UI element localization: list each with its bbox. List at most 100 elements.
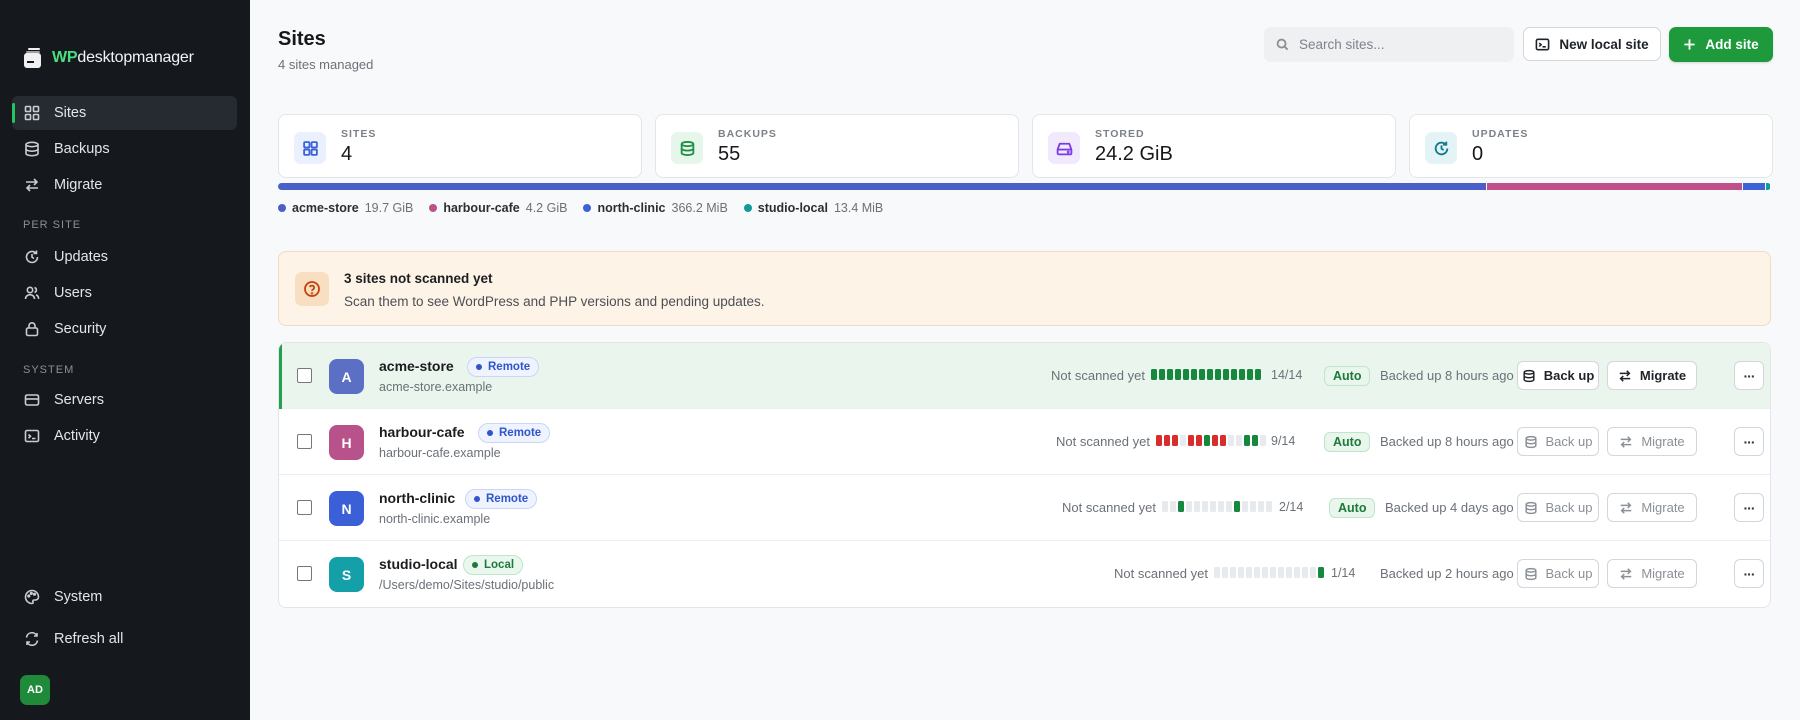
scan-status: Not scanned yet <box>1114 566 1208 581</box>
update-cell <box>1239 369 1245 380</box>
update-cell <box>1223 369 1229 380</box>
add-site-label: Add site <box>1705 37 1759 52</box>
more-options-button[interactable]: ··· <box>1734 493 1764 522</box>
storage-segment-harbour-cafe <box>1487 183 1742 190</box>
more-options-button[interactable]: ··· <box>1734 559 1764 588</box>
plugin-status-bar <box>1162 501 1272 512</box>
site-type-badge: Remote <box>465 489 538 509</box>
site-name[interactable]: studio-local <box>379 556 458 572</box>
migrate-label: Migrate <box>1641 434 1685 449</box>
row-checkbox[interactable] <box>297 368 312 383</box>
migrate-button[interactable]: Migrate <box>1607 427 1697 456</box>
sidebar-item-users[interactable]: Users <box>12 276 237 310</box>
sidebar-item-label: Security <box>54 321 107 337</box>
back-up-button[interactable]: Back up <box>1517 493 1599 522</box>
update-cell <box>1258 501 1264 512</box>
sidebar: WPdesktopmanager Sites Backups Migrate P… <box>0 0 250 720</box>
palette-icon <box>24 589 40 605</box>
legend-item: acme-store 19.7 GiB <box>278 201 413 215</box>
sidebar-item-updates[interactable]: Updates <box>12 240 237 274</box>
more-options-button[interactable]: ··· <box>1734 427 1764 456</box>
refresh-all-button[interactable]: Refresh all <box>12 622 237 656</box>
section-per-site: PER SITE <box>23 219 82 231</box>
sidebar-item-backups[interactable]: Backups <box>12 132 237 166</box>
page-title: Sites <box>278 28 326 50</box>
arrows-icon <box>25 178 39 192</box>
last-backup: Backed up 8 hours ago <box>1380 434 1514 449</box>
terminal-icon <box>24 429 40 443</box>
badge-label: Remote <box>488 361 531 373</box>
legend-name: north-clinic <box>597 201 666 215</box>
legend-dot <box>429 204 438 212</box>
legend-dot <box>743 204 752 212</box>
refresh-icon <box>25 250 39 264</box>
scan-status: Not scanned yet <box>1062 500 1156 515</box>
migrate-button[interactable]: Migrate <box>1607 559 1697 588</box>
migrate-button[interactable]: Migrate <box>1607 361 1697 390</box>
legend-item: studio-local 13.4 MiB <box>743 201 883 215</box>
grid-icon <box>294 132 326 164</box>
site-name[interactable]: north-clinic <box>379 490 455 506</box>
sidebar-item-sites[interactable]: Sites <box>12 96 237 130</box>
search-box[interactable] <box>1264 27 1514 62</box>
sidebar-item-label: Backups <box>54 141 110 157</box>
table-row[interactable]: Hharbour-cafe Remote harbour-cafe.example N… <box>279 409 1770 475</box>
plugin-status-bar <box>1151 369 1261 380</box>
sidebar-item-activity[interactable]: Activity <box>12 419 237 453</box>
update-cell <box>1222 567 1228 578</box>
row-checkbox[interactable] <box>297 566 312 581</box>
legend-size: 19.7 GiB <box>364 201 414 215</box>
update-cell <box>1218 501 1224 512</box>
main-content: Sites 4 sites managed New local site Add… <box>250 0 1800 720</box>
new-local-site-button[interactable]: New local site <box>1523 27 1661 61</box>
brand-logo[interactable]: WPdesktopmanager <box>22 48 194 68</box>
stat-value: 55 <box>718 143 741 165</box>
row-checkbox[interactable] <box>297 434 312 449</box>
row-checkbox[interactable] <box>297 500 312 515</box>
update-cell <box>1255 369 1261 380</box>
sidebar-item-security[interactable]: Security <box>12 312 237 346</box>
avatar[interactable]: AD <box>20 675 50 705</box>
update-cell <box>1238 567 1244 578</box>
migrate-button[interactable]: Migrate <box>1607 493 1697 522</box>
search-input[interactable] <box>1299 37 1499 52</box>
update-cell <box>1246 567 1252 578</box>
storage-segment-studio-local <box>1766 183 1770 190</box>
site-name[interactable]: harbour-cafe <box>379 424 465 440</box>
add-site-button[interactable]: Add site <box>1669 27 1773 62</box>
badge-dot <box>474 496 480 502</box>
table-row[interactable]: Aacme-store Remote acme-store.example Not s… <box>279 343 1770 409</box>
update-cell <box>1226 501 1232 512</box>
update-cell <box>1207 369 1213 380</box>
site-domain: north-clinic.example <box>379 512 491 526</box>
database-icon <box>1524 567 1537 580</box>
sidebar-item-migrate[interactable]: Migrate <box>12 168 237 202</box>
update-cell <box>1196 435 1202 446</box>
section-system: SYSTEM <box>23 364 75 376</box>
back-up-button[interactable]: Back up <box>1517 427 1599 456</box>
table-row[interactable]: Nnorth-clinic Remote north-clinic.example N… <box>279 475 1770 541</box>
auto-backup-badge: Auto <box>1324 432 1371 452</box>
site-type-badge: Remote <box>467 357 540 377</box>
brand-name: WPdesktopmanager <box>52 49 194 66</box>
stat-card-updates: UPDATES 0 <box>1409 114 1773 178</box>
grid-icon <box>24 105 40 121</box>
update-cell <box>1236 435 1242 446</box>
stat-card-sites: SITES 4 <box>278 114 642 178</box>
sites-table: Aacme-store Remote acme-store.example Not s… <box>278 342 1771 608</box>
update-cell <box>1212 435 1218 446</box>
sidebar-item-servers[interactable]: Servers <box>12 383 237 417</box>
site-name[interactable]: acme-store <box>379 358 454 374</box>
update-cell <box>1234 501 1240 512</box>
back-up-button[interactable]: Back up <box>1517 361 1599 390</box>
update-cell <box>1220 435 1226 446</box>
update-cell <box>1310 567 1316 578</box>
sidebar-item-system[interactable]: System <box>12 580 237 614</box>
update-cell <box>1260 435 1266 446</box>
more-options-button[interactable]: ··· <box>1734 361 1764 390</box>
table-row[interactable]: Sstudio-local Local/Users/demo/Sites/stud… <box>279 541 1770 607</box>
legend-dot <box>278 204 286 212</box>
back-up-button[interactable]: Back up <box>1517 559 1599 588</box>
update-cell <box>1286 567 1292 578</box>
storage-segment-north-clinic <box>1743 183 1765 190</box>
